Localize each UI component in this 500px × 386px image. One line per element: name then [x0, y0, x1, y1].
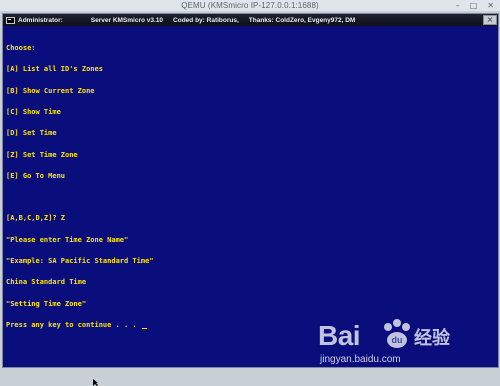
console-output[interactable]: Choose: [A] List all ID's Zones [B] Show…	[6, 31, 488, 363]
cmd-titlebar[interactable]: Administrator: Server KMSmicro v3.10 Cod…	[3, 14, 498, 26]
baidu-jingyan-text: 经验	[414, 328, 450, 349]
console-line: [C] Show Time	[6, 108, 61, 117]
qemu-window-title: QEMU (KMSmicro IP-127.0.0.1:1688)	[181, 1, 319, 10]
baidu-logo-text: Bai	[318, 320, 361, 351]
console-line: [Z] Set Time Zone	[6, 150, 78, 159]
maximize-icon[interactable]: □	[470, 0, 478, 11]
console-line: China Standard Time	[6, 278, 87, 287]
baidu-watermark: Bai du 经验 jingyan.baidu.com	[318, 316, 478, 368]
close-icon[interactable]: ✕	[487, 0, 494, 11]
mouse-pointer-icon	[93, 379, 98, 386]
qemu-titlebar[interactable]: QEMU (KMSmicro IP-127.0.0.1:1688) – □ ✕	[0, 0, 500, 11]
console-line: "Example: SA Pacific Standard Time"	[6, 257, 154, 265]
console-line: [B] Show Current Zone	[6, 86, 95, 95]
console-scrollbar[interactable]	[492, 26, 498, 367]
cmd-title-coded-by: Coded by: Ratiborus,	[173, 16, 239, 24]
cmd-window[interactable]: Administrator: Server KMSmicro v3.10 Cod…	[2, 13, 499, 368]
minimize-icon[interactable]: –	[456, 0, 460, 11]
cmd-title-admin: Administrator:	[18, 16, 63, 24]
cmd-close-button[interactable]: ×	[483, 15, 497, 25]
cmd-title-server: Server KMSmicro v3.10	[90, 16, 164, 24]
console-line: "Setting Time Zone"	[6, 299, 87, 308]
baidu-paw-icon: du	[384, 319, 410, 348]
console-icon	[6, 16, 15, 24]
svg-text:du: du	[392, 335, 403, 345]
baidu-url-text: jingyan.baidu.com	[320, 354, 401, 365]
console-line: "Please enter Time Zone Name"	[6, 235, 129, 244]
console-line: [D] Set Time	[6, 129, 57, 138]
console-line: [A,B,C,D,Z]? Z	[6, 214, 66, 223]
console-line: Choose:	[6, 44, 36, 53]
console-line: [E] Go To Menu	[6, 171, 66, 180]
console-prompt-text: Press any key to continue . . .	[6, 320, 141, 329]
cmd-title-thanks: Thanks: ColdZero, Evgeny972, DM	[248, 16, 356, 24]
qemu-window-controls: – □ ✕	[456, 0, 494, 11]
console-line: [A] List all ID's Zones	[6, 65, 103, 74]
text-cursor	[141, 327, 147, 329]
